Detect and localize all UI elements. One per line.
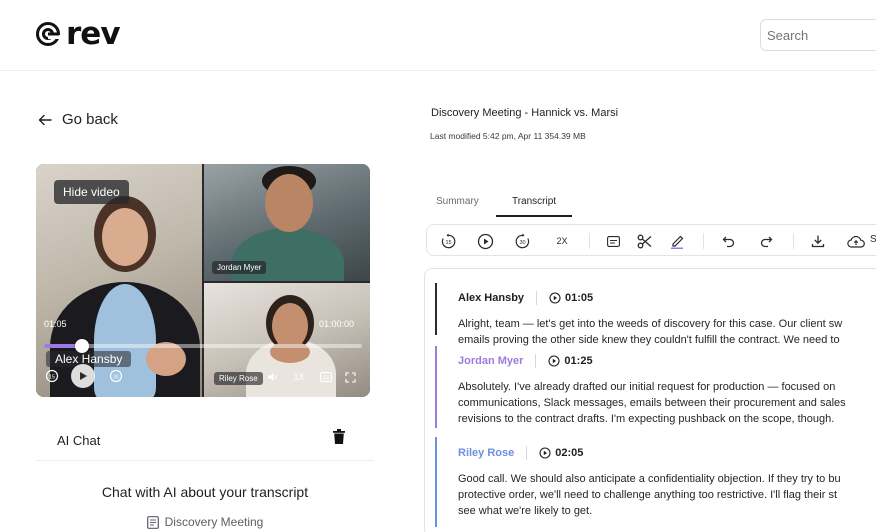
transcript-toolbar: 15 30 2X Sa	[426, 224, 876, 256]
forward-30-icon[interactable]: 30	[513, 232, 531, 250]
transcript-panel: Alex Hansby 01:05 Alright, team — let's …	[424, 268, 876, 532]
rev-logo[interactable]: rev	[35, 16, 121, 52]
trash-icon[interactable]	[333, 429, 345, 449]
rewind-15-icon[interactable]: 15	[44, 368, 60, 384]
document-title: Discovery Meeting - Hannick vs. Marsi	[431, 107, 619, 119]
transcript-segment: Alex Hansby 01:05 Alright, team — let's …	[435, 283, 876, 346]
toolbar-forward-label: 30	[519, 240, 525, 246]
participant-tag-jordan: Jordan Myer	[212, 261, 267, 274]
captions-icon[interactable]	[604, 232, 622, 250]
top-header: rev	[0, 0, 876, 71]
transcript-segment: Riley Rose 02:05 Good call. We should al…	[435, 437, 876, 527]
timestamp-value: 02:05	[555, 447, 584, 459]
download-icon[interactable]	[809, 232, 827, 250]
timestamp-value: 01:05	[565, 292, 594, 304]
ai-chat-document-ref: Discovery Meeting	[36, 515, 374, 529]
forward-30-icon[interactable]: 30	[108, 368, 124, 384]
search-input[interactable]	[760, 19, 876, 51]
segment-header: Riley Rose 02:05	[458, 446, 583, 460]
captions-icon[interactable]	[319, 370, 333, 384]
segment-text: Absolutely. I've already drafted our ini…	[458, 379, 876, 427]
forward-30-label: 30	[113, 374, 119, 380]
ai-chat-document-name: Discovery Meeting	[164, 515, 264, 529]
text-line: see what we're likely to get.	[458, 505, 593, 517]
scissors-icon[interactable]	[635, 232, 653, 250]
view-tabs: Summary Transcript	[424, 194, 876, 217]
segment-text: Alright, team — let's get into the weeds…	[458, 316, 876, 348]
play-icon	[80, 372, 87, 380]
rewind-15-icon[interactable]: 15	[439, 232, 457, 250]
ai-chat-heading: Chat with AI about your transcript	[101, 484, 309, 500]
timestamp[interactable]: 02:05	[539, 447, 583, 459]
play-button[interactable]	[71, 364, 95, 388]
rewind-15-label: 15	[49, 374, 55, 380]
play-circle-icon	[548, 355, 560, 367]
transcript-segment: Jordan Myer 01:25 Absolutely. I've alrea…	[435, 346, 876, 428]
document-icon	[146, 515, 159, 529]
text-line: revisions to the contract drafts. I'm ex…	[458, 413, 835, 425]
text-line: communications, Slack messages, emails b…	[458, 397, 846, 409]
ai-chat-label: AI Chat	[57, 433, 101, 448]
speaker-name[interactable]: Jordan Myer	[458, 355, 523, 367]
redo-icon[interactable]	[757, 232, 775, 250]
toolbar-rewind-label: 15	[445, 240, 451, 246]
video-progress-track[interactable]	[44, 339, 362, 353]
speaker-name[interactable]: Alex Hansby	[458, 292, 524, 304]
go-back-label: Go back	[62, 111, 118, 128]
timestamp[interactable]: 01:25	[548, 355, 593, 367]
text-line: Absolutely. I've already drafted our ini…	[458, 381, 836, 393]
header-divider	[536, 291, 538, 305]
header-divider	[526, 446, 528, 460]
play-circle-icon	[539, 447, 551, 459]
speaker-color-bar	[435, 437, 437, 527]
hide-video-button[interactable]: Hide video	[54, 180, 129, 204]
participant-tag-riley: Riley Rose	[214, 372, 263, 385]
timestamp[interactable]: 01:05	[549, 292, 593, 304]
play-icon[interactable]	[476, 232, 494, 250]
brand-name: rev	[66, 16, 121, 52]
arrow-left-icon	[38, 114, 52, 125]
playback-speed-button[interactable]: 1X	[290, 370, 308, 384]
fullscreen-icon[interactable]	[343, 370, 357, 384]
speaker-name[interactable]: Riley Rose	[458, 447, 514, 459]
highlighter-icon[interactable]	[668, 232, 686, 250]
tab-transcript[interactable]: Transcript	[496, 196, 572, 217]
timestamp-value: 01:25	[564, 355, 593, 367]
video-player[interactable]: Hide video Jordan Myer Riley Rose Alex H…	[36, 164, 370, 397]
rev-logo-mark-icon	[36, 22, 60, 46]
speed-2x-icon[interactable]: 2X	[551, 232, 573, 250]
text-line: protective order, we'll need to challeng…	[458, 489, 838, 501]
save-label[interactable]: Sa	[870, 234, 876, 245]
text-line: Alright, team — let's get into the weeds…	[458, 318, 843, 330]
segment-text: Good call. We should also anticipate a c…	[458, 471, 876, 519]
volume-icon[interactable]	[266, 370, 280, 384]
toolbar-divider	[589, 233, 590, 249]
current-time: 01:05	[44, 319, 67, 329]
duration: 01:00:00	[319, 319, 355, 329]
text-line: Good call. We should also anticipate a c…	[458, 473, 841, 485]
segment-header: Alex Hansby 01:05	[458, 291, 593, 305]
go-back-link[interactable]: Go back	[38, 111, 118, 128]
tab-summary[interactable]: Summary	[436, 196, 479, 207]
ai-chat-header: AI Chat	[36, 418, 374, 461]
document-meta: Last modified 5:42 pm, Apr 11 354.39 MB	[430, 131, 586, 141]
cloud-save-icon[interactable]	[846, 232, 866, 250]
header-divider	[535, 354, 537, 368]
segment-header: Jordan Myer 01:25	[458, 354, 593, 368]
speaker-color-bar	[435, 283, 437, 335]
toolbar-divider	[793, 233, 794, 249]
undo-icon[interactable]	[719, 232, 737, 250]
toolbar-divider	[703, 233, 704, 249]
play-circle-icon	[549, 292, 561, 304]
speaker-color-bar	[435, 346, 437, 428]
